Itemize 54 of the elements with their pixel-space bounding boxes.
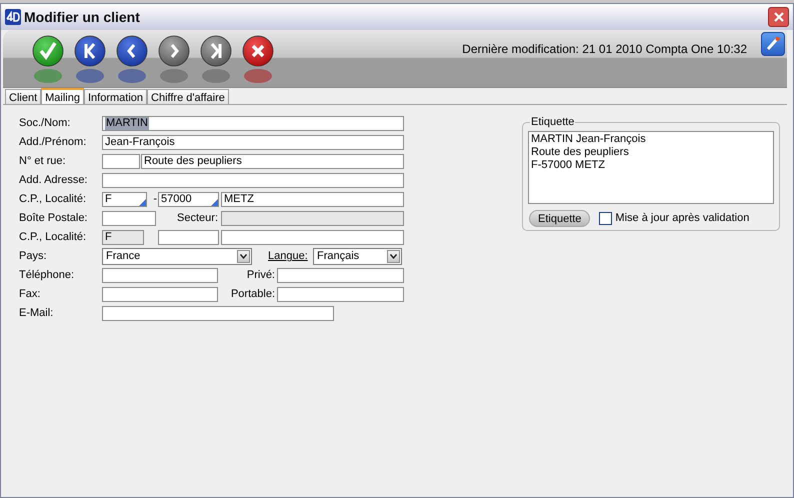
field-label: -	[152, 192, 157, 208]
input-field[interactable]	[102, 211, 156, 226]
input-field[interactable]	[102, 306, 334, 321]
input-field[interactable]	[158, 230, 219, 245]
window-title: Modifier un client	[24, 8, 140, 26]
field-label: N° et rue:	[19, 154, 67, 170]
label-preview-box: MARTIN Jean-François Route des peupliers F-57000 METZ	[528, 130, 774, 204]
input-field[interactable]	[102, 287, 218, 302]
checkbox[interactable]	[599, 212, 612, 224]
field-label: Privé:	[246, 268, 275, 284]
tab[interactable]: Client	[5, 89, 42, 104]
first-record-button[interactable]	[73, 34, 107, 84]
field-label: Pays:	[19, 249, 48, 264]
tab[interactable]: Information	[84, 89, 148, 104]
confirm-button[interactable]	[31, 34, 65, 84]
pencil-icon	[765, 36, 781, 52]
cancel-button[interactable]	[241, 34, 275, 84]
tab[interactable]: Chiffre d'affaire	[147, 89, 229, 104]
group-title: Etiquette	[530, 115, 576, 130]
app-logo-icon	[5, 9, 21, 25]
field-label: Boîte Postale:	[19, 211, 88, 226]
input-field[interactable]	[102, 268, 218, 283]
input-field[interactable]	[102, 154, 140, 169]
input-field[interactable]	[102, 173, 404, 188]
field-label: Fax:	[19, 287, 42, 302]
previous-button[interactable]	[115, 34, 149, 84]
last-modified-text: Dernière modification: 21 01 2010 Compta One 10:32	[462, 41, 747, 58]
close-button[interactable]	[768, 7, 789, 27]
field-label: Portable:	[230, 287, 275, 302]
close-icon	[772, 11, 784, 23]
dropdown[interactable]: France	[102, 248, 252, 265]
field-label: Secteur:	[176, 211, 218, 226]
dropdown[interactable]: Français	[313, 248, 402, 265]
field-label: C.P., Localité:	[19, 230, 88, 246]
field-label: C.P., Localité:	[19, 192, 88, 208]
input-field[interactable]: 57000	[158, 192, 219, 207]
field-label: Add./Prénom:	[19, 135, 88, 150]
edit-button[interactable]	[761, 32, 785, 56]
input-field[interactable]	[277, 287, 404, 302]
input-field[interactable]	[277, 268, 404, 283]
label-button[interactable]: Etiquette	[529, 210, 590, 226]
field-label: Téléphone:	[19, 268, 76, 284]
input-field[interactable]: F	[102, 192, 147, 207]
tab[interactable]: Mailing	[41, 88, 84, 105]
checkbox-label: Mise à jour après validation	[615, 210, 750, 226]
field-label: Soc./Nom:	[19, 116, 72, 132]
input-field[interactable]: MARTIN	[102, 116, 404, 131]
input-field[interactable]	[221, 230, 404, 245]
field-label: E-Mail:	[19, 306, 54, 322]
field-label: Add. Adresse:	[19, 173, 88, 188]
field-label: Langue:	[268, 249, 309, 264]
input-field[interactable]: Route des peupliers	[141, 154, 404, 169]
input-field[interactable]: METZ	[221, 192, 404, 207]
input-field[interactable]: Jean-François	[102, 135, 404, 150]
